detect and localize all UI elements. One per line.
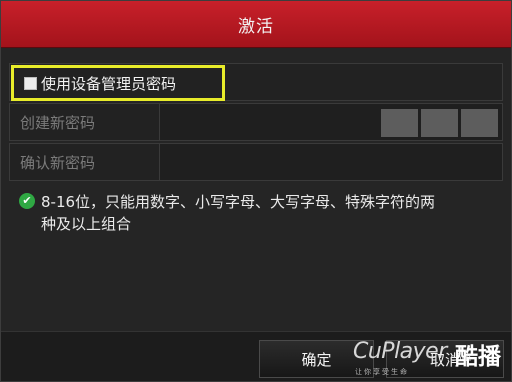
hint-line-1: 8-16位，只能用数字、小写字母、大写字母、特殊字符的两: [41, 193, 436, 211]
admin-password-checkbox[interactable]: [24, 76, 37, 90]
confirm-password-input[interactable]: [160, 144, 502, 180]
new-password-label: 创建新密码: [10, 104, 160, 140]
new-password-input[interactable]: [160, 104, 502, 140]
ok-button[interactable]: 确定: [259, 340, 374, 378]
admin-password-label: 使用设备管理员密码: [41, 74, 177, 93]
confirm-password-label: 确认新密码: [10, 144, 160, 180]
confirm-password-row: 确认新密码: [9, 143, 503, 181]
hint-line-2: 种及以上组合: [41, 215, 132, 233]
activation-dialog: 激活 使用设备管理员密码 创建新密码 确认新密码 ✔ 8-16位，只能用数字、小…: [0, 0, 512, 382]
check-circle-icon: ✔: [19, 193, 35, 209]
password-strength-meter: [381, 109, 498, 137]
cancel-button[interactable]: 取消: [386, 340, 504, 378]
title-bar: 激活: [1, 1, 511, 48]
strength-segment-weak: [381, 109, 418, 137]
dialog-title: 激活: [238, 16, 274, 37]
dialog-footer: 确定 取消: [1, 331, 511, 381]
admin-password-row: 使用设备管理员密码: [9, 63, 503, 101]
hint-text: 8-16位，只能用数字、小写字母、大写字母、特殊字符的两 种及以上组合: [41, 191, 435, 235]
strength-segment-strong: [461, 109, 498, 137]
admin-password-option[interactable]: 使用设备管理员密码: [11, 65, 225, 101]
password-hint: ✔ 8-16位，只能用数字、小写字母、大写字母、特殊字符的两 种及以上组合: [19, 191, 499, 235]
strength-segment-medium: [421, 109, 458, 137]
new-password-row: 创建新密码: [9, 103, 503, 141]
dialog-body: 使用设备管理员密码 创建新密码 确认新密码: [9, 63, 503, 181]
